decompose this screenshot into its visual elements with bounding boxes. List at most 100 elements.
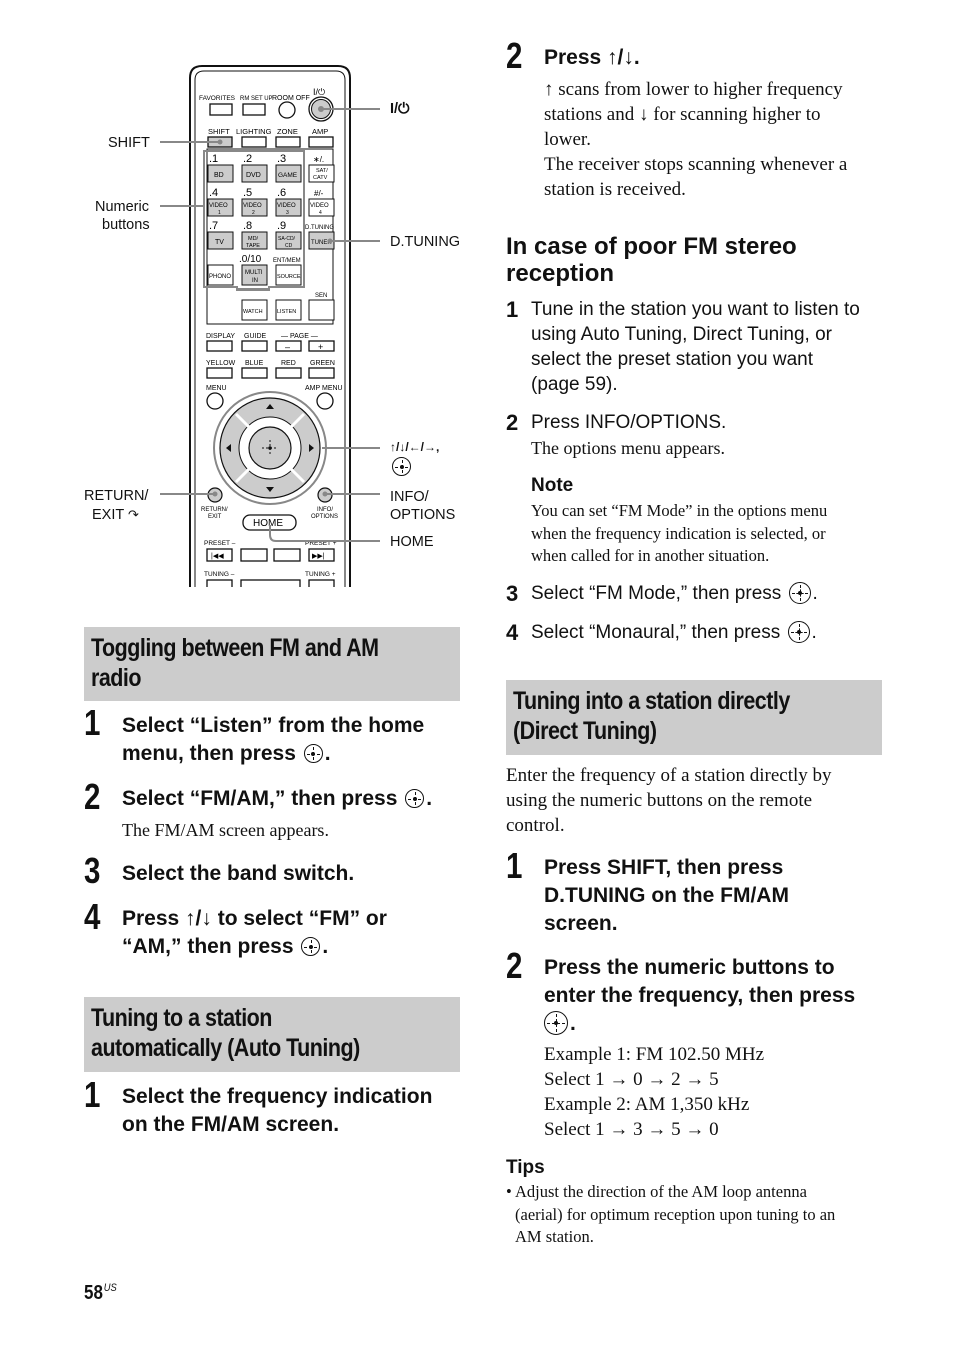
auto-step-2-title: Press ↑/↓. [544,46,640,69]
enter-icon [544,1011,568,1035]
remote-button-label: SA-CD/ [278,236,296,242]
remote-button-label: .3 [277,153,286,165]
remote-button-label: TAPE [246,243,260,249]
remote-button-label: SEN [315,293,327,299]
remote-button-label: RETURN/ [201,507,228,513]
red-button [275,367,302,379]
body-line: stations and ↓ for scanning higher to [544,104,821,125]
remote-button-label: .7 [209,220,218,232]
example-line: Example 1: FM 102.50 MHz [544,1044,765,1065]
example-line: Example 2: AM 1,350 kHz [544,1094,750,1115]
remote-button-label: IN [252,278,258,284]
example-line: Select 1 → 0 → 2 → 5 [544,1069,719,1090]
tip-line: AM station. [515,1227,594,1246]
period: . [811,622,817,643]
toggle-step-2-text: Select “FM/AM,” then press . [122,785,432,813]
poor-reception-heading: In case of poor FM stereo reception [506,233,797,287]
amp-menu-button [316,392,334,410]
example-line: Select 1 → 3 → 5 → 0 [544,1119,719,1140]
btn-label-power: I/⏻ [313,87,325,97]
note-line: when the frequency indication is selecte… [531,523,826,543]
remote-button-label: 3 [286,210,289,216]
remote-button-label: ENT/MEM [273,258,301,264]
period: . [570,1012,576,1035]
remote-button-label: VIDEO [209,203,228,209]
remote-button-label: OPTIONS [311,514,338,520]
callout-enter [390,457,413,478]
callout-info-2: OPTIONS [390,507,456,523]
toggle-step-1-text: Select “Listen” from the home menu, then… [122,712,424,768]
text-line: using Auto Tuning, Direct Tuning, or [531,324,833,345]
btn-label-shift: SHIFT [208,127,230,136]
remote-button-label: .2 [243,153,252,165]
direct-intro: Enter the frequency of a station directl… [506,763,832,838]
toggle-step-4-text: Press ↑/↓ to select “FM” or “AM,” then p… [122,905,387,961]
period: . [812,583,818,604]
tip-line: • Adjust the direction of the AM loop an… [506,1182,807,1201]
body-line: The receiver stops scanning whenever a [544,154,848,175]
remote-button-label: .5 [243,187,252,199]
remote-button-label: SAT/ [316,168,328,174]
remote-button-label: VIDEO [243,203,262,209]
remote-button-label: #/- [314,189,324,198]
menu-button [206,392,224,410]
callout-arrows: ↑/↓/←/→, [390,440,440,454]
toggle-step-2-number: 2 [84,776,101,817]
period: . [324,742,331,765]
remote-button-label: TV [215,239,224,246]
body-line: station is received. [544,179,686,200]
btn-label-zone: ZONE [277,127,298,136]
toggle-step-4-number: 4 [84,896,101,937]
direct-step-2-number: 2 [506,945,523,986]
remote-button-label: D.TUNING [305,225,334,231]
toggle-step-2-detail: The FM/AM screen appears. [122,820,329,840]
text-line: enter the frequency, then press [544,984,856,1007]
section-title-auto-2: automatically (Auto Tuning) [91,1034,360,1062]
section-title-toggle-1: Toggling between FM and AM [91,634,379,662]
remote-button-label: ∗/. [313,155,324,164]
remote-button-label: .9 [277,220,286,232]
text-line: Tune in the station you want to listen t… [531,299,860,320]
btn-label-rmsetup: RM SET UP [240,96,273,102]
sen-button [308,299,335,321]
lighting-button [241,136,267,148]
btn-label-amp: AMP [312,127,328,136]
poor-step-2-text: Press INFO/OPTIONS. [531,412,727,433]
poor-step-3-text: Select “FM Mode,” then press . [531,581,818,606]
remote-button-label: VIDEO [277,203,296,209]
intro-line: control. [506,815,565,836]
toggle-step-1-number: 1 [84,702,101,743]
auto-step-1-text: Select the frequency indication on the F… [122,1083,432,1139]
remote-button-label: INFO/ [317,507,333,513]
remote-button-label: GREEN [310,360,335,367]
remote-shape [318,106,324,112]
auto-step-2-body: ↑ scans from lower to higher frequency s… [544,77,847,202]
remote-button-label: 2 [252,210,255,216]
section-title-toggle-2: radio [91,664,142,692]
remote-button-label: SOURCE [277,274,301,280]
tips-body: • Adjust the direction of the AM loop an… [506,1181,835,1249]
rewind-button [240,548,268,562]
note-body: You can set “FM Mode” in the options men… [531,500,827,568]
text-line: screen. [544,912,618,935]
remote-button-label: 1 [218,210,221,216]
remote-button-label: — PAGE — [281,333,318,340]
remote-button-label: .1 [209,153,218,165]
auto-step-1-line1: Select the frequency indication [122,1085,433,1108]
auto-step-2-number: 2 [506,35,523,76]
remote-button-label: .6 [277,187,286,199]
remote-button-label: |◀◀ [211,553,224,560]
note-line: You can set “FM Mode” in the options men… [531,501,828,520]
enter-icon [787,621,810,643]
enter-icon [301,937,321,956]
remote-button-label: BLUE [245,360,264,367]
direct-step-1-text: Press SHIFT, then press D.TUNING on the … [544,854,789,938]
remote-button-label: RED [281,360,296,367]
text-line: select the preset station you want [531,349,813,370]
poor-step-3-number: 3 [506,581,519,606]
direct-examples: Example 1: FM 102.50 MHz Select 1 → 0 → … [544,1042,764,1142]
remote-shape [268,446,272,450]
remote-shape [217,139,223,145]
toggle-step-4-line2: “AM,” then press [122,935,294,958]
callout-numeric-1: Numeric [95,199,149,215]
